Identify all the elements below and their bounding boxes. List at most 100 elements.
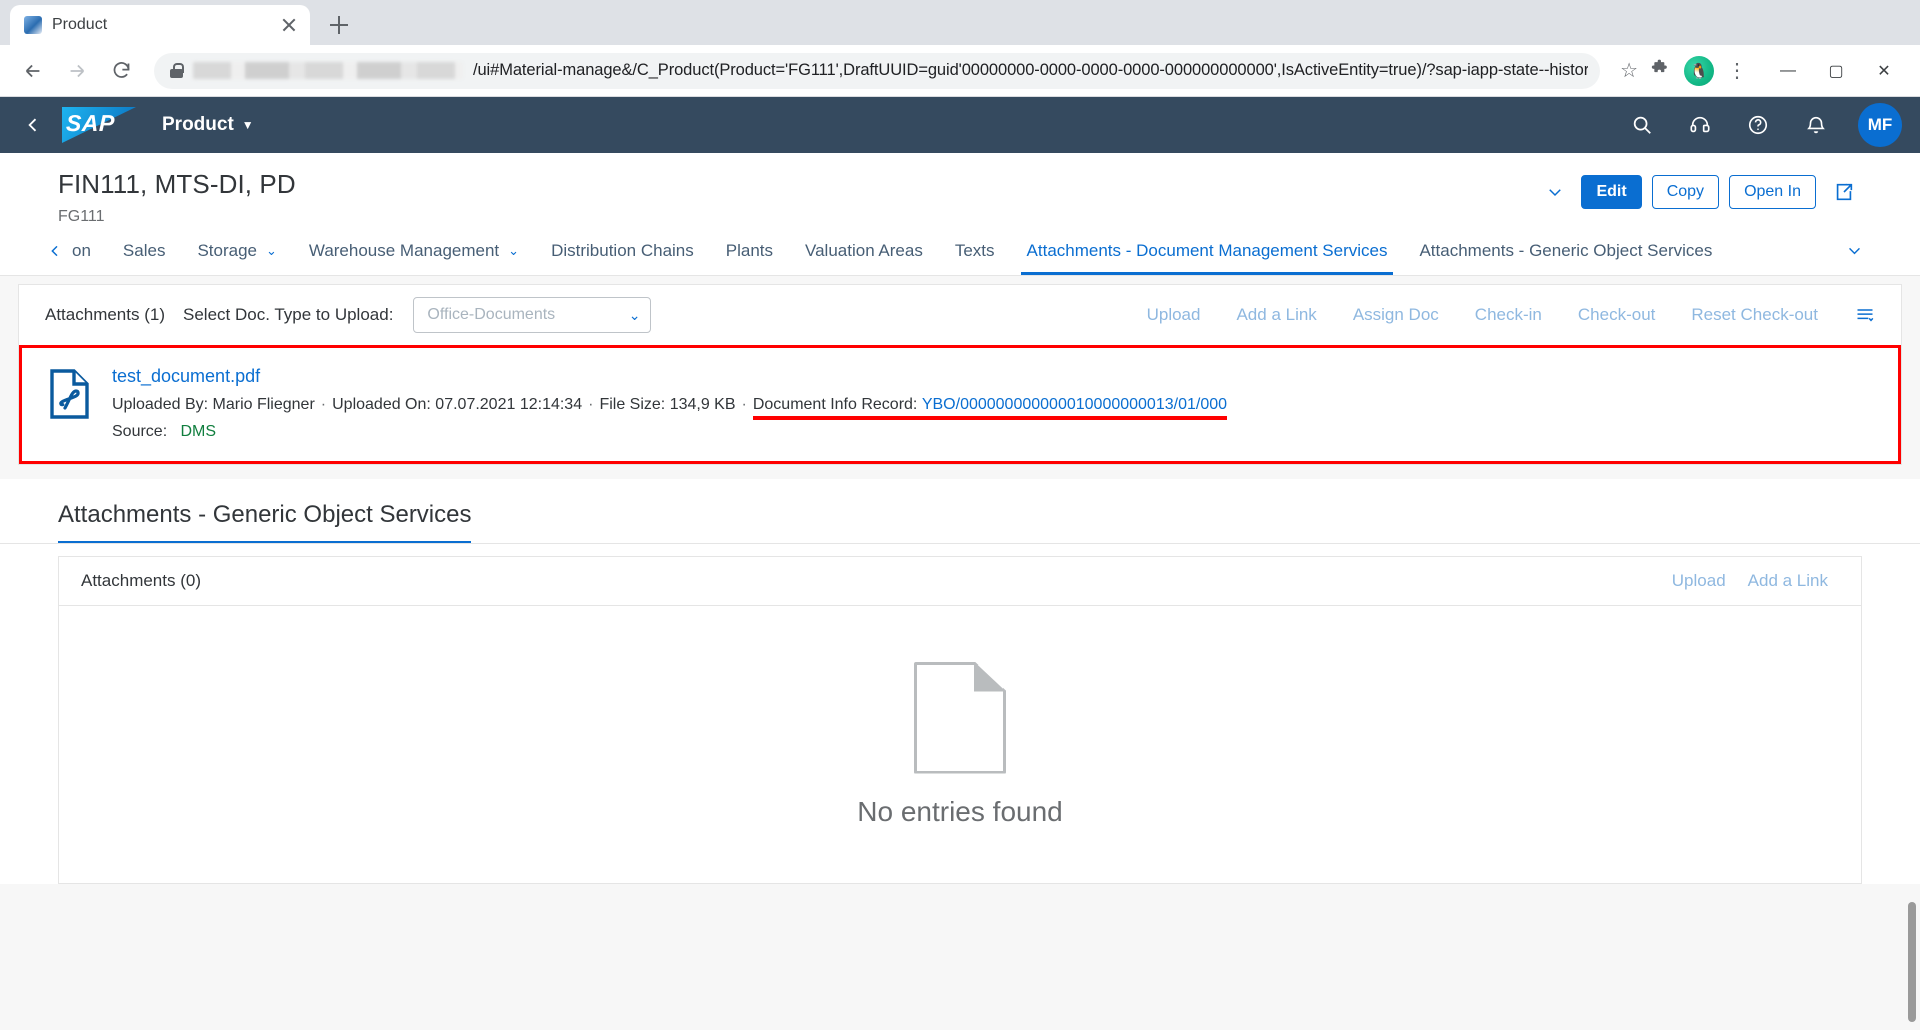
tab-label: Attachments - Document Management Servic… xyxy=(1027,241,1388,261)
meta-separator: · xyxy=(736,396,753,414)
headset-icon[interactable] xyxy=(1678,103,1722,147)
app-title[interactable]: Product ▼ xyxy=(162,114,254,136)
dms-toolbar: Attachments (1) Select Doc. Type to Uplo… xyxy=(19,285,1901,345)
tab-plants[interactable]: Plants xyxy=(710,226,789,275)
tab-label: Attachments - Generic Object Services xyxy=(1419,241,1712,261)
sap-logo-text: SAP xyxy=(66,110,116,137)
attachment-source: Source: DMS xyxy=(112,423,1872,441)
edit-button[interactable]: Edit xyxy=(1581,175,1641,209)
meta-separator: · xyxy=(582,396,599,414)
attachment-file-name[interactable]: test_document.pdf xyxy=(112,366,1872,387)
url-bar[interactable]: /ui#Material-manage&/C_Product(Product='… xyxy=(154,53,1600,89)
tab-label: Sales xyxy=(123,241,166,261)
back-chevron-icon[interactable] xyxy=(18,110,48,140)
attachment-item: test_document.pdf Uploaded By: Mario Fli… xyxy=(22,348,1898,461)
scrollbar-thumb[interactable] xyxy=(1908,902,1916,1022)
check-in-button[interactable]: Check-in xyxy=(1464,305,1553,325)
gos-section-header: Attachments - Generic Object Services xyxy=(0,479,1920,543)
page-subtitle: FG111 xyxy=(58,208,1539,226)
profile-avatar[interactable]: 🐧 xyxy=(1684,56,1714,86)
user-avatar[interactable]: MF xyxy=(1858,103,1902,147)
close-icon[interactable] xyxy=(278,14,300,36)
browser-omnibar: /ui#Material-manage&/C_Product(Product='… xyxy=(0,45,1920,97)
doc-type-select[interactable]: Office-Documents ⌄ xyxy=(413,297,651,333)
source-value[interactable]: DMS xyxy=(181,423,217,440)
tab-texts[interactable]: Texts xyxy=(939,226,1011,275)
gos-add-a-link-button[interactable]: Add a Link xyxy=(1737,571,1839,591)
url-text: /ui#Material-manage&/C_Product(Product='… xyxy=(473,61,1588,80)
browser-tab-title: Product xyxy=(52,16,268,34)
doc-type-label: Select Doc. Type to Upload: xyxy=(183,305,393,325)
share-icon[interactable] xyxy=(1826,175,1862,209)
chevron-down-icon: ⌄ xyxy=(508,243,519,259)
tab-label: Storage xyxy=(197,241,257,261)
minimize-button[interactable]: — xyxy=(1766,53,1810,89)
dms-attachments-count: Attachments (1) xyxy=(45,305,165,325)
tab-label: on xyxy=(72,241,91,261)
lock-icon xyxy=(170,63,183,78)
document-info-record-link[interactable]: YBO/000000000000010000000013/01/000 xyxy=(922,396,1227,415)
chevron-left-icon[interactable] xyxy=(42,226,68,275)
source-label: Source: xyxy=(112,423,167,440)
window-controls: — ▢ ✕ xyxy=(1766,53,1906,89)
header-actions: Edit Copy Open In xyxy=(1539,169,1862,209)
tab-attachments-dms[interactable]: Attachments - Document Management Servic… xyxy=(1011,226,1404,275)
reload-icon[interactable] xyxy=(102,52,140,90)
help-icon[interactable] xyxy=(1736,103,1780,147)
back-icon[interactable] xyxy=(14,52,52,90)
bell-icon[interactable] xyxy=(1794,103,1838,147)
upload-button[interactable]: Upload xyxy=(1136,305,1212,325)
maximize-button[interactable]: ▢ xyxy=(1814,53,1858,89)
object-page-header: FIN111, MTS-DI, PD FG111 Edit Copy Open … xyxy=(0,153,1920,226)
attachment-metadata: Uploaded By: Mario Fliegner · Uploaded O… xyxy=(112,396,1872,414)
reset-check-out-button[interactable]: Reset Check-out xyxy=(1680,305,1829,325)
tab-item-list: on Sales Storage ⌄ Warehouse Management … xyxy=(68,226,1834,275)
tab-label: Plants xyxy=(726,241,773,261)
empty-state-text: No entries found xyxy=(857,796,1062,828)
close-window-button[interactable]: ✕ xyxy=(1862,53,1906,89)
file-size-value: 134,9 KB xyxy=(670,396,736,414)
sap-shell-bar: SAP Product ▼ xyxy=(0,97,1920,153)
kebab-menu-icon[interactable]: ⋮ xyxy=(1720,61,1754,81)
tab-label: Warehouse Management xyxy=(309,241,499,261)
tab-label: Valuation Areas xyxy=(805,241,923,261)
gos-upload-button[interactable]: Upload xyxy=(1661,571,1737,591)
sap-logo[interactable]: SAP xyxy=(62,107,136,143)
chevron-down-icon: ▼ xyxy=(242,118,254,132)
vertical-scrollbar[interactable] xyxy=(1906,276,1918,1030)
puzzle-icon[interactable] xyxy=(1644,58,1678,84)
chevron-down-icon[interactable] xyxy=(1539,176,1571,208)
tab-warehouse-management[interactable]: Warehouse Management ⌄ xyxy=(293,226,535,275)
gos-section-title: Attachments - Generic Object Services xyxy=(58,501,471,543)
assign-doc-button[interactable]: Assign Doc xyxy=(1342,305,1450,325)
gos-attachments-card: Attachments (0) Upload Add a Link No ent… xyxy=(58,556,1862,884)
attachment-highlight-box: test_document.pdf Uploaded By: Mario Fli… xyxy=(19,345,1901,464)
table-settings-icon[interactable] xyxy=(1843,305,1875,325)
tab-clipped[interactable]: on xyxy=(68,226,107,275)
tab-sales[interactable]: Sales xyxy=(107,226,182,275)
tab-storage[interactable]: Storage ⌄ xyxy=(181,226,292,275)
meta-separator: · xyxy=(315,396,332,414)
add-a-link-button[interactable]: Add a Link xyxy=(1225,305,1327,325)
new-tab-button[interactable] xyxy=(322,8,356,42)
browser-tab[interactable]: Product xyxy=(10,5,310,45)
page-title: FIN111, MTS-DI, PD xyxy=(58,169,1539,200)
tabbar-overflow-icon[interactable] xyxy=(1834,242,1874,259)
tab-valuation-areas[interactable]: Valuation Areas xyxy=(789,226,939,275)
check-out-button[interactable]: Check-out xyxy=(1567,305,1666,325)
open-in-button[interactable]: Open In xyxy=(1729,175,1816,209)
gos-toolbar: Attachments (0) Upload Add a Link xyxy=(59,557,1861,605)
search-icon[interactable] xyxy=(1620,103,1664,147)
file-size-label: File Size: xyxy=(599,396,665,414)
gos-attachments-count: Attachments (0) xyxy=(81,571,201,591)
icon-tab-bar: on Sales Storage ⌄ Warehouse Management … xyxy=(0,226,1920,276)
star-icon[interactable]: ☆ xyxy=(1614,58,1638,83)
browser-tabstrip: Product xyxy=(0,0,1920,45)
tab-label: Texts xyxy=(955,241,995,261)
tab-distribution-chains[interactable]: Distribution Chains xyxy=(535,226,710,275)
tab-label: Distribution Chains xyxy=(551,241,694,261)
copy-button[interactable]: Copy xyxy=(1652,175,1719,209)
tab-attachments-gos[interactable]: Attachments - Generic Object Services xyxy=(1403,226,1728,275)
browser-window: Product /ui#Material-manage&/C_Product(P… xyxy=(0,0,1920,1030)
forward-icon[interactable] xyxy=(58,52,96,90)
